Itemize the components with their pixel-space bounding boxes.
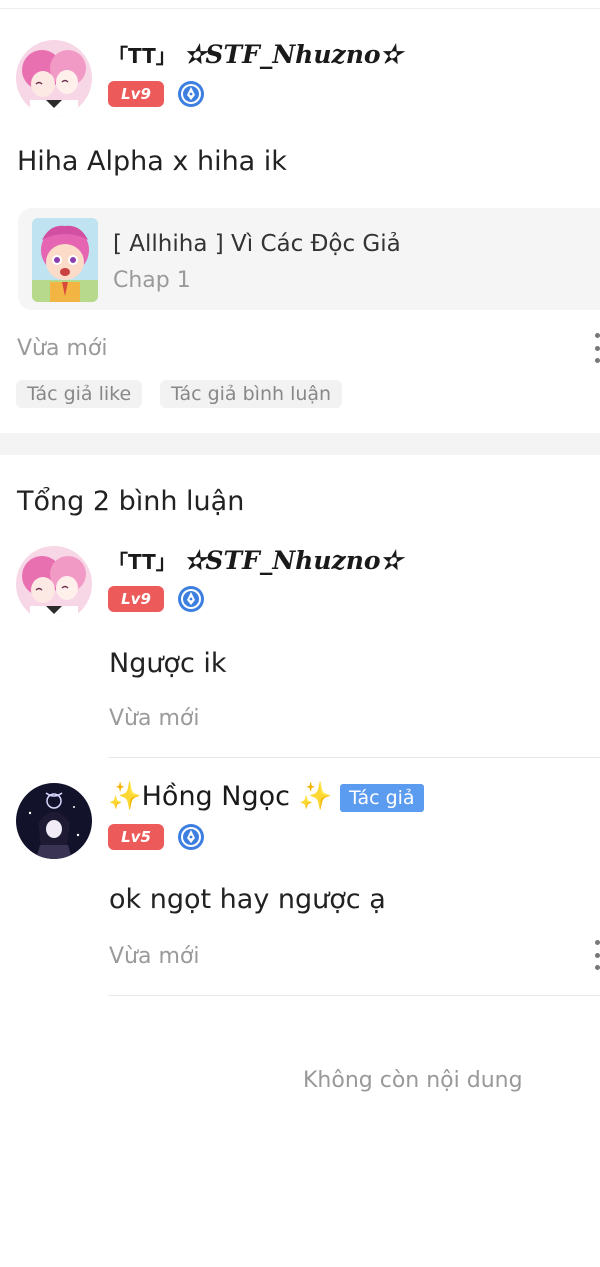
name-prefix: 「TT」	[108, 44, 176, 68]
level-badge: Lv9	[108, 81, 164, 107]
comment-author-name[interactable]: ✨Hồng Ngọc ✨	[108, 780, 332, 812]
level-badge: Lv5	[108, 824, 164, 850]
comment-author-name[interactable]: 「TT」 ✫STF_Nhuzno✫	[108, 546, 402, 575]
tag-author-comment: Tác giả bình luận	[160, 380, 343, 408]
top-divider	[0, 8, 600, 9]
name-prefix: 「TT」	[108, 550, 176, 574]
more-options-icon[interactable]	[595, 940, 600, 970]
name-text: ✫STF_Nhuzno✫	[184, 546, 402, 575]
end-of-content-text: Không còn nội dung	[303, 1068, 523, 1093]
pen-badge-icon	[177, 80, 205, 108]
name-text: ✫STF_Nhuzno✫	[184, 40, 402, 69]
comment-divider	[108, 757, 600, 758]
post-content: Hiha Alpha x hiha ik	[17, 146, 287, 177]
pen-badge-icon	[177, 823, 205, 851]
comment-text: Ngược ik	[109, 648, 227, 679]
comment-avatar[interactable]	[16, 546, 92, 622]
comment-timestamp: Vừa mới	[109, 706, 200, 731]
tag-author-like: Tác giả like	[16, 380, 143, 408]
comment-timestamp: Vừa mới	[109, 944, 200, 969]
comment-avatar[interactable]	[16, 783, 92, 859]
post-author-avatar[interactable]	[16, 40, 92, 116]
post-author-name[interactable]: 「TT」 ✫STF_Nhuzno✫	[108, 40, 402, 69]
author-badge: Tác giả	[340, 784, 424, 812]
comments-heading: Tổng 2 bình luận	[17, 486, 245, 517]
comment-text: ok ngọt hay ngược ạ	[109, 884, 386, 915]
book-cover[interactable]	[32, 218, 98, 302]
pen-badge-icon	[177, 585, 205, 613]
post-timestamp: Vừa mới	[17, 336, 108, 361]
book-title[interactable]: [ Allhiha ] Vì Các Độc Giả	[113, 231, 401, 257]
book-chapter: Chap 1	[113, 268, 191, 293]
comment-divider	[108, 995, 600, 996]
book-card[interactable]	[18, 208, 600, 310]
section-separator	[0, 433, 600, 455]
level-badge: Lv9	[108, 586, 164, 612]
more-options-icon[interactable]	[595, 333, 600, 363]
